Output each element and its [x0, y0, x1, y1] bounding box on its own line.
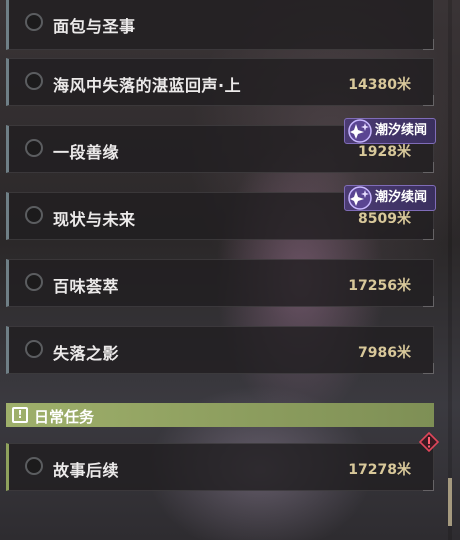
quest-item-story-follow-up[interactable]: 故事后续 17278米: [6, 432, 439, 491]
track-radio[interactable]: [25, 340, 43, 358]
quest-distance: 1928米: [358, 144, 411, 160]
badge-label: 潮汐续闻: [374, 190, 427, 205]
badge-label: 潮汐续闻: [374, 123, 427, 138]
quest-item-lost-shadow[interactable]: 失落之影 7986米: [6, 326, 434, 374]
quest-distance: 17278米: [348, 462, 411, 478]
daily-quests-header: ! 日常任务: [6, 403, 434, 427]
quest-title: 故事后续: [53, 461, 120, 480]
exclamation-box-icon: !: [12, 407, 28, 423]
quest-distance: 8509米: [358, 211, 411, 227]
quest-distance: 14380米: [348, 77, 411, 93]
quest-distance: 17256米: [348, 278, 411, 294]
quest-title: 失落之影: [53, 344, 120, 363]
quest-item-flavors[interactable]: 百味荟萃 17256米: [6, 259, 434, 307]
quest-title: 面包与圣事: [53, 17, 136, 36]
track-radio[interactable]: [25, 457, 43, 475]
quest-item-kindness[interactable]: 一段善缘 1928米 潮汐续闻: [6, 118, 436, 173]
quest-title: 一段善缘: [53, 143, 120, 162]
quest-list: 面包与圣事 海风中失落的湛蓝回声·上 14380米 一段善缘 1928米 潮汐续…: [0, 0, 460, 540]
quest-item-present-future[interactable]: 现状与未来 8509米 潮汐续闻: [6, 185, 436, 240]
quest-title: 百味荟萃: [53, 277, 120, 296]
quest-item-sea-wind[interactable]: 海风中失落的湛蓝回声·上 14380米: [6, 58, 434, 106]
track-radio[interactable]: [25, 13, 43, 31]
track-radio[interactable]: [25, 139, 43, 157]
tide-tale-badge: 潮汐续闻: [343, 118, 436, 144]
scrollbar-track[interactable]: [448, 0, 452, 540]
diamond-alert-icon: [419, 432, 439, 452]
sparkle-icon: [348, 186, 372, 210]
track-radio[interactable]: [25, 273, 43, 291]
track-radio[interactable]: [25, 206, 43, 224]
quest-title: 海风中失落的湛蓝回声·上: [53, 76, 242, 95]
quest-distance: 7986米: [358, 345, 411, 361]
section-label: 日常任务: [34, 408, 95, 426]
scrollbar-thumb[interactable]: [448, 478, 452, 526]
track-radio[interactable]: [25, 72, 43, 90]
tide-tale-badge: 潮汐续闻: [343, 185, 436, 211]
quest-item-bread[interactable]: 面包与圣事: [6, 0, 434, 50]
sparkle-icon: [348, 119, 372, 143]
quest-title: 现状与未来: [53, 210, 136, 229]
